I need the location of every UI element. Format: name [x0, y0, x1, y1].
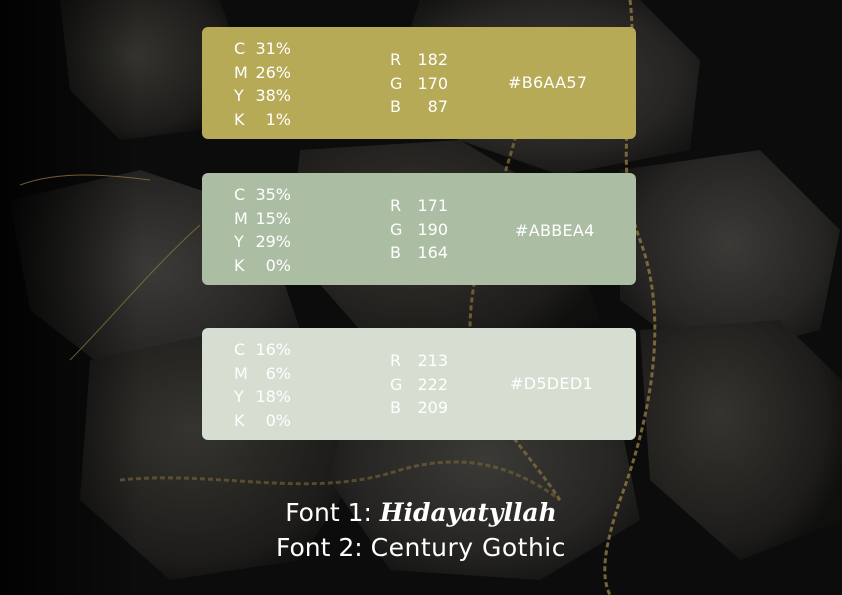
cmyk-key: C: [234, 39, 246, 58]
cmyk-row: C 31%: [234, 37, 291, 61]
rgb-value: 171: [417, 196, 448, 215]
cmyk-key: M: [234, 363, 248, 383]
cmyk-key: Y: [234, 86, 244, 105]
rgb-value: 209: [417, 398, 448, 417]
cmyk-key: Y: [234, 387, 244, 406]
rgb-value: 213: [417, 351, 448, 370]
cmyk-row: Y 18%: [234, 385, 291, 409]
cmyk-key: M: [234, 208, 248, 228]
color-swatch-2: C 35% M 15% Y 29% K 0% R 171 G 190 B 164 #ABBEA…: [202, 173, 636, 285]
font-1-line: Font 1: Hidayatyllah: [0, 498, 842, 527]
rgb-row: G 170: [390, 72, 448, 96]
cmyk-row: C 35%: [234, 183, 291, 207]
font-2-label: Font 2:: [275, 533, 371, 562]
rgb-values: R 213 G 222 B 209: [390, 349, 448, 420]
cmyk-values: C 35% M 15% Y 29% K 0%: [234, 183, 291, 277]
font-1-label: Font 1:: [285, 498, 380, 527]
rgb-values: R 171 G 190 B 164: [390, 194, 448, 265]
cmyk-values: C 31% M 26% Y 38% K 1%: [234, 37, 291, 131]
rgb-value: 164: [417, 243, 448, 262]
font-2-line: Font 2: Century Gothic: [0, 533, 842, 562]
rgb-key: R: [390, 50, 402, 69]
cmyk-key: C: [234, 340, 246, 359]
cmyk-key: M: [234, 62, 248, 82]
cmyk-value: 16%: [255, 340, 291, 359]
rgb-key: R: [390, 196, 402, 215]
rgb-key: R: [390, 351, 402, 370]
cmyk-row: M 6%: [234, 362, 291, 386]
rgb-key: B: [390, 97, 401, 116]
cmyk-key: Y: [234, 232, 244, 251]
rgb-value: 190: [417, 219, 448, 239]
rgb-row: B 209: [390, 396, 448, 420]
rgb-value: 222: [417, 374, 448, 394]
hex-code: #D5DED1: [510, 374, 593, 393]
rgb-key: G: [390, 219, 403, 239]
rgb-key: B: [390, 243, 401, 262]
color-swatch-1: C 31% M 26% Y 38% K 1% R 182 G 170 B 87 #B6AA57: [202, 27, 636, 139]
rgb-row: B 164: [390, 241, 448, 265]
rgb-value: 87: [427, 97, 448, 116]
rgb-row: G 222: [390, 373, 448, 397]
rgb-row: R 171: [390, 194, 448, 218]
cmyk-value: 31%: [255, 39, 291, 58]
cmyk-value: 6%: [265, 363, 291, 383]
rgb-row: G 190: [390, 218, 448, 242]
rgb-row: R 213: [390, 349, 448, 373]
cmyk-value: 0%: [265, 410, 291, 430]
cmyk-row: Y 38%: [234, 84, 291, 108]
rgb-value: 170: [417, 73, 448, 93]
cmyk-row: M 15%: [234, 207, 291, 231]
cmyk-row: K 0%: [234, 254, 291, 278]
cmyk-row: K 1%: [234, 108, 291, 132]
hex-code: #ABBEA4: [515, 221, 595, 240]
cmyk-value: 15%: [255, 208, 291, 228]
cmyk-key: K: [234, 255, 245, 275]
cmyk-row: K 0%: [234, 409, 291, 433]
font-1-name: Hidayatyllah: [379, 498, 557, 527]
cmyk-values: C 16% M 6% Y 18% K 0%: [234, 338, 291, 432]
cmyk-value: 0%: [265, 255, 291, 275]
cmyk-value: 35%: [255, 185, 291, 204]
cmyk-value: 18%: [255, 387, 291, 406]
rgb-values: R 182 G 170 B 87: [390, 48, 448, 119]
cmyk-value: 38%: [255, 86, 291, 105]
hex-code: #B6AA57: [508, 73, 588, 92]
cmyk-row: C 16%: [234, 338, 291, 362]
cmyk-key: K: [234, 109, 245, 129]
cmyk-key: K: [234, 410, 245, 430]
cmyk-row: Y 29%: [234, 230, 291, 254]
color-swatch-3: C 16% M 6% Y 18% K 0% R 213 G 222 B 209 #D5DED1: [202, 328, 636, 440]
rgb-key: G: [390, 73, 403, 93]
cmyk-value: 26%: [255, 62, 291, 82]
cmyk-key: C: [234, 185, 246, 204]
cmyk-value: 29%: [255, 232, 291, 251]
rgb-key: G: [390, 374, 403, 394]
rgb-row: B 87: [390, 95, 448, 119]
cmyk-value: 1%: [265, 109, 291, 129]
rgb-key: B: [390, 398, 401, 417]
font-2-name: Century Gothic: [370, 533, 566, 562]
cmyk-row: M 26%: [234, 61, 291, 85]
rgb-row: R 182: [390, 48, 448, 72]
rgb-value: 182: [417, 50, 448, 69]
